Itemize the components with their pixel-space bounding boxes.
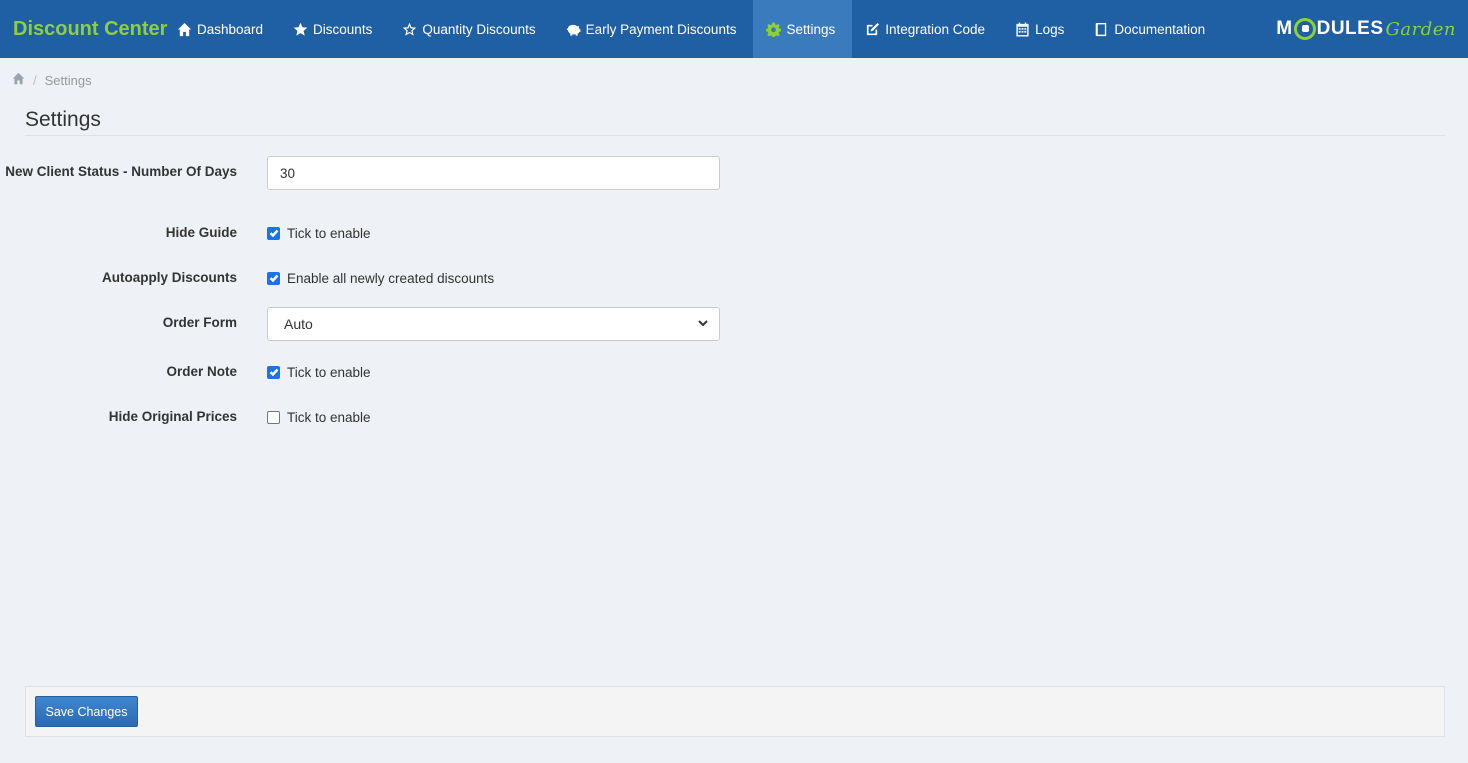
star-icon — [293, 22, 308, 37]
calendar-icon — [1015, 21, 1030, 37]
hide-guide-field: Tick to enable — [267, 223, 371, 243]
logo-text: M — [1276, 18, 1293, 39]
hide-original-prices-field: Tick to enable — [267, 407, 371, 427]
breadcrumb-current: Settings — [44, 72, 92, 88]
order-form-select[interactable]: Auto — [267, 307, 720, 341]
nav-documentation[interactable]: Documentation — [1081, 0, 1222, 58]
order-note-label: Order Note — [166, 364, 237, 379]
new-client-days-label: New Client Status - Number Of Days — [5, 164, 237, 179]
nav-early-payment-discounts[interactable]: Early Payment Discounts — [553, 0, 754, 58]
logo-text: Garden — [1385, 18, 1456, 40]
form-row-new-client-days: New Client Status - Number Of Days — [0, 162, 237, 182]
nav-logs[interactable]: Logs — [1002, 0, 1081, 58]
hide-guide-checkbox[interactable] — [267, 226, 280, 240]
breadcrumb-separator: / — [33, 72, 37, 88]
chevron-down-icon — [697, 316, 709, 332]
hide-guide-label: Hide Guide — [165, 225, 237, 240]
new-client-days-input[interactable]: 30 — [267, 156, 720, 190]
hide-guide-text: Tick to enable — [287, 225, 371, 241]
form-row-hide-guide: Hide Guide — [0, 223, 237, 243]
form-row-hide-original-prices: Hide Original Prices — [0, 407, 237, 427]
hide-original-prices-label: Hide Original Prices — [108, 409, 237, 424]
nav-label: Integration Code — [885, 21, 986, 37]
title-divider — [25, 135, 1445, 136]
form-row-autoapply: Autoapply Discounts — [0, 268, 237, 288]
order-form-label: Order Form — [162, 315, 237, 330]
nav-dashboard[interactable]: Dashboard — [164, 0, 280, 58]
nav-quantity-discounts[interactable]: Quantity Discounts — [389, 0, 552, 58]
piggy-bank-icon — [566, 22, 581, 37]
app-title[interactable]: Discount Center — [0, 0, 167, 58]
logo-text: DULES — [1316, 18, 1384, 39]
book-icon — [1094, 22, 1109, 37]
hide-original-prices-checkbox[interactable] — [267, 410, 280, 424]
form-row-order-note: Order Note — [0, 362, 237, 382]
new-client-days-field: 30 — [267, 156, 720, 190]
nav-label: Discounts — [313, 21, 373, 37]
nav-label: Documentation — [1114, 21, 1206, 37]
autoapply-text: Enable all newly created discounts — [287, 270, 495, 286]
top-navbar: Discount Center Dashboard Discounts Quan… — [0, 0, 1468, 58]
home-icon — [177, 22, 192, 37]
nav-settings[interactable]: Settings — [753, 0, 853, 58]
breadcrumb: / Settings — [12, 72, 92, 88]
star-outline-icon — [402, 22, 417, 37]
nav-label: Logs — [1035, 21, 1065, 37]
order-note-text: Tick to enable — [287, 364, 371, 380]
nav-label: Settings — [786, 21, 836, 37]
order-form-selected: Auto — [284, 316, 313, 332]
edit-icon — [865, 22, 880, 37]
logo-o-icon — [1293, 18, 1316, 40]
modulesgarden-logo[interactable]: M DULES Garden — [1276, 14, 1456, 44]
nav-label: Quantity Discounts — [422, 21, 536, 37]
form-actions-bar: Save Changes — [25, 686, 1445, 737]
order-note-checkbox[interactable] — [267, 365, 280, 379]
order-note-field: Tick to enable — [267, 362, 371, 382]
autoapply-label: Autoapply Discounts — [101, 270, 237, 285]
nav-label: Dashboard — [197, 21, 264, 37]
hide-original-prices-text: Tick to enable — [287, 409, 371, 425]
order-form-field: Auto — [267, 307, 720, 341]
nav-integration-code[interactable]: Integration Code — [852, 0, 1002, 58]
autoapply-field: Enable all newly created discounts — [267, 268, 494, 288]
page-title: Settings — [25, 108, 101, 131]
gear-icon — [766, 21, 782, 37]
save-changes-button[interactable]: Save Changes — [35, 696, 138, 727]
nav-label: Early Payment Discounts — [585, 21, 737, 37]
autoapply-checkbox[interactable] — [267, 271, 280, 285]
nav-discounts[interactable]: Discounts — [280, 0, 389, 58]
main-nav: Dashboard Discounts Quantity Discounts E… — [164, 0, 1222, 58]
form-row-order-form: Order Form — [0, 313, 237, 333]
home-icon[interactable] — [12, 72, 25, 88]
